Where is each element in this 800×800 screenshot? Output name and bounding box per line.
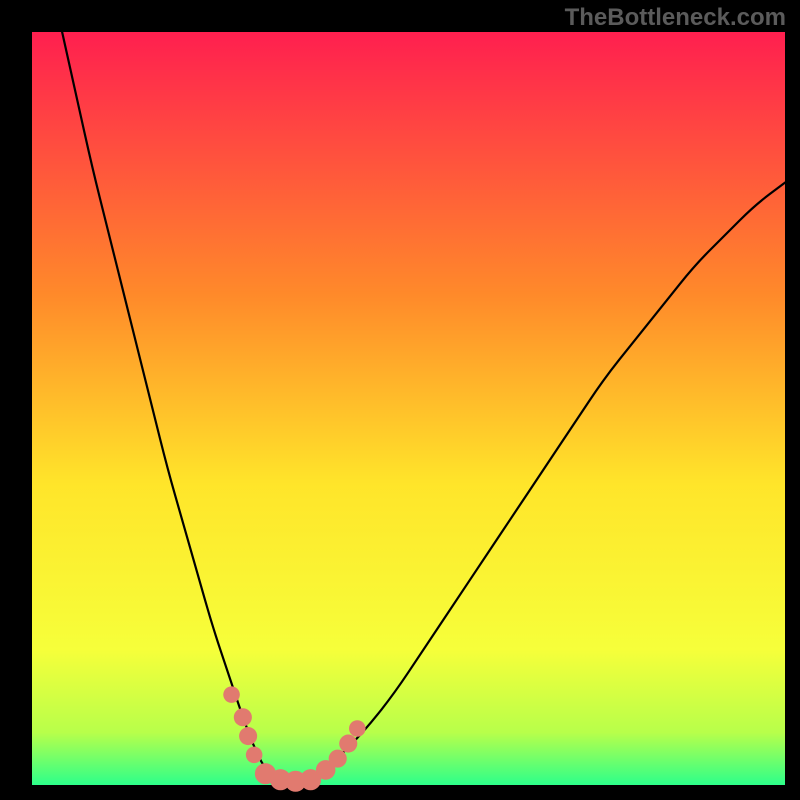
curve-marker — [349, 720, 366, 737]
curve-marker — [329, 750, 347, 768]
curve-marker — [223, 686, 240, 703]
curve-marker — [234, 708, 252, 726]
curve-marker — [339, 735, 357, 753]
outer-frame: TheBottleneck.com — [0, 0, 800, 800]
curve-marker — [239, 727, 257, 745]
curve-marker — [246, 747, 263, 764]
bottleneck-plot — [0, 0, 800, 800]
watermark-text: TheBottleneck.com — [565, 4, 786, 32]
